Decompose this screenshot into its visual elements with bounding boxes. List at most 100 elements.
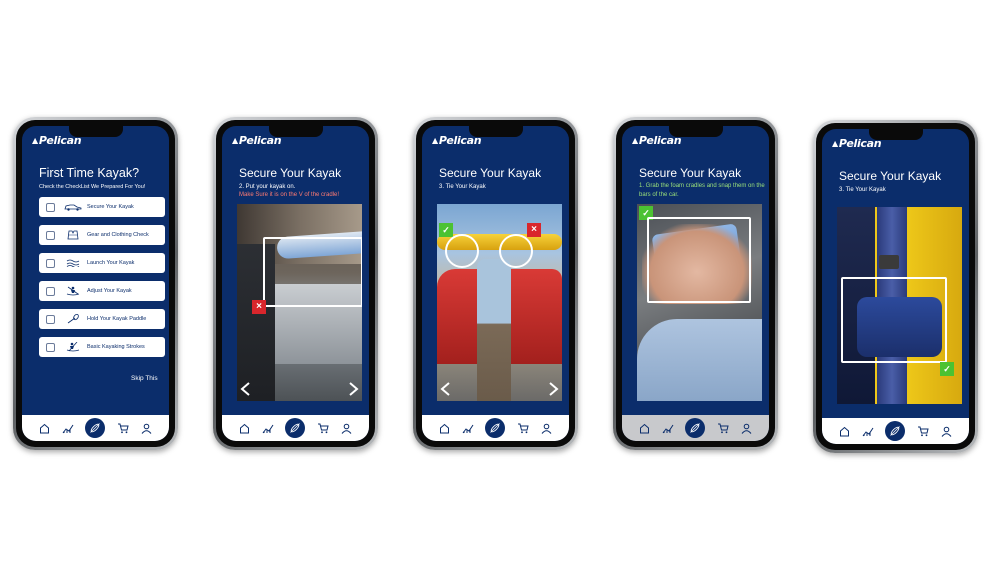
car-icon <box>63 203 83 211</box>
photo-buckle <box>879 255 899 269</box>
step-text: 3. Tie Your Kayak <box>439 184 486 190</box>
page-title: First Time Kayak? <box>39 166 140 180</box>
checklist-item-gear[interactable]: Gear and Clothing Check <box>39 225 165 245</box>
checkbox[interactable] <box>46 286 55 296</box>
photo-person <box>477 259 511 401</box>
notch <box>468 126 523 137</box>
checklist-item-launch[interactable]: Launch Your Kayak <box>39 253 165 273</box>
stats-icon[interactable] <box>61 421 75 435</box>
instruction-photo: × <box>237 204 362 401</box>
checklist-label: Secure Your Kayak <box>87 204 134 210</box>
bottom-nav <box>822 418 969 444</box>
kayaker-icon <box>63 286 83 296</box>
checklist-label: Adjust Your Kayak <box>87 288 132 294</box>
step-screen: ▲Pelican Secure Your Kayak 2. Put your k… <box>222 126 369 441</box>
step-text: 3. Tie Your Kayak <box>839 187 886 193</box>
home-icon[interactable] <box>837 424 851 438</box>
kayaker-icon <box>63 342 83 352</box>
chevron-right-icon[interactable] <box>346 382 360 396</box>
profile-icon[interactable] <box>740 421 754 435</box>
stats-icon[interactable] <box>461 421 475 435</box>
target-circle-right <box>499 234 533 268</box>
home-icon[interactable] <box>637 421 651 435</box>
home-icon[interactable] <box>437 421 451 435</box>
bottom-nav <box>422 415 569 441</box>
instruction-photo: ✓ <box>637 204 762 401</box>
bottom-nav <box>622 415 769 441</box>
stats-icon[interactable] <box>861 424 875 438</box>
cart-icon[interactable] <box>316 421 330 435</box>
kayak-center-icon[interactable] <box>485 418 506 438</box>
bottom-nav <box>222 415 369 441</box>
checklist-label: Hold Your Kayak Paddle <box>87 316 147 322</box>
profile-icon[interactable] <box>140 421 154 435</box>
notch <box>868 129 923 140</box>
checklist-label: Launch Your Kayak <box>87 260 135 266</box>
target-frame <box>263 237 362 307</box>
success-badge: ✓ <box>940 362 954 376</box>
profile-icon[interactable] <box>340 421 354 435</box>
page-subtitle: Check the CheckList We Prepared For You! <box>39 184 146 190</box>
cart-icon[interactable] <box>916 424 930 438</box>
checklist-item-strokes[interactable]: Basic Kayaking Strokes <box>39 337 165 357</box>
paddle-icon <box>63 314 83 324</box>
page-title: Secure Your Kayak <box>839 169 942 183</box>
success-badge: ✓ <box>439 223 453 237</box>
cart-icon[interactable] <box>116 421 130 435</box>
checkbox[interactable] <box>46 258 55 268</box>
photo-sleeve <box>637 319 762 401</box>
chevron-right-icon[interactable] <box>546 382 560 396</box>
instruction-photo: ✓ × <box>437 204 562 401</box>
step-screen: ▲Pelican Secure Your Kayak 1. Grab the f… <box>622 126 769 441</box>
phone-step-put-on: ▲Pelican Secure Your Kayak 2. Put your k… <box>213 117 378 450</box>
water-waves-icon <box>63 259 83 267</box>
stats-icon[interactable] <box>661 421 675 435</box>
checklist-item-secure[interactable]: Secure Your Kayak <box>39 197 165 217</box>
phone-step-tie-complete: ▲Pelican Secure Your Kayak 3. Tie Your K… <box>813 120 978 453</box>
checkbox[interactable] <box>46 342 55 352</box>
target-frame <box>647 217 751 303</box>
warning-text: Make Sure it is on the V of the cradle! <box>239 192 340 198</box>
notch <box>668 126 723 137</box>
cart-icon[interactable] <box>516 421 530 435</box>
target-frame <box>841 277 947 363</box>
kayak-center-icon[interactable] <box>885 421 906 441</box>
checkbox[interactable] <box>46 202 55 212</box>
bottom-nav <box>22 415 169 441</box>
phone-step-tie: ▲Pelican Secure Your Kayak 3. Tie Your K… <box>413 117 578 450</box>
profile-icon[interactable] <box>540 421 554 435</box>
notch <box>268 126 323 137</box>
checklist-item-paddle[interactable]: Hold Your Kayak Paddle <box>39 309 165 329</box>
life-vest-icon <box>63 230 83 240</box>
checkbox[interactable] <box>46 314 55 324</box>
checklist-screen: ▲Pelican First Time Kayak? Check the Che… <box>22 126 169 441</box>
home-icon[interactable] <box>237 421 251 435</box>
step-text: 1. Grab the foam cradles and snap them o… <box>639 183 765 198</box>
kayak-center-icon[interactable] <box>685 418 706 438</box>
page-title: Secure Your Kayak <box>239 166 342 180</box>
step-screen: ▲Pelican Secure Your Kayak 3. Tie Your K… <box>822 129 969 444</box>
target-circle-left <box>445 234 479 268</box>
chevron-left-icon[interactable] <box>439 382 453 396</box>
profile-icon[interactable] <box>940 424 954 438</box>
cart-icon[interactable] <box>716 421 730 435</box>
skip-link[interactable]: Skip This <box>131 375 158 382</box>
instruction-photo: ✓ <box>837 207 962 404</box>
checkbox[interactable] <box>46 230 55 240</box>
error-badge: × <box>527 223 541 237</box>
chevron-left-icon[interactable] <box>239 382 253 396</box>
kayak-center-icon[interactable] <box>85 418 106 438</box>
checklist-label: Gear and Clothing Check <box>87 232 149 238</box>
step-text: 2. Put your kayak on. <box>239 184 296 190</box>
stats-icon[interactable] <box>261 421 275 435</box>
step-screen: ▲Pelican Secure Your Kayak 3. Tie Your K… <box>422 126 569 441</box>
phone-step-cradles: ▲Pelican Secure Your Kayak 1. Grab the f… <box>613 117 778 450</box>
notch <box>68 126 123 137</box>
phone-checklist: ▲Pelican First Time Kayak? Check the Che… <box>13 117 178 450</box>
page-title: Secure Your Kayak <box>639 166 742 180</box>
checklist-label: Basic Kayaking Strokes <box>87 344 145 350</box>
kayak-center-icon[interactable] <box>285 418 306 438</box>
checklist-item-adjust[interactable]: Adjust Your Kayak <box>39 281 165 301</box>
page-title: Secure Your Kayak <box>439 166 542 180</box>
home-icon[interactable] <box>37 421 51 435</box>
